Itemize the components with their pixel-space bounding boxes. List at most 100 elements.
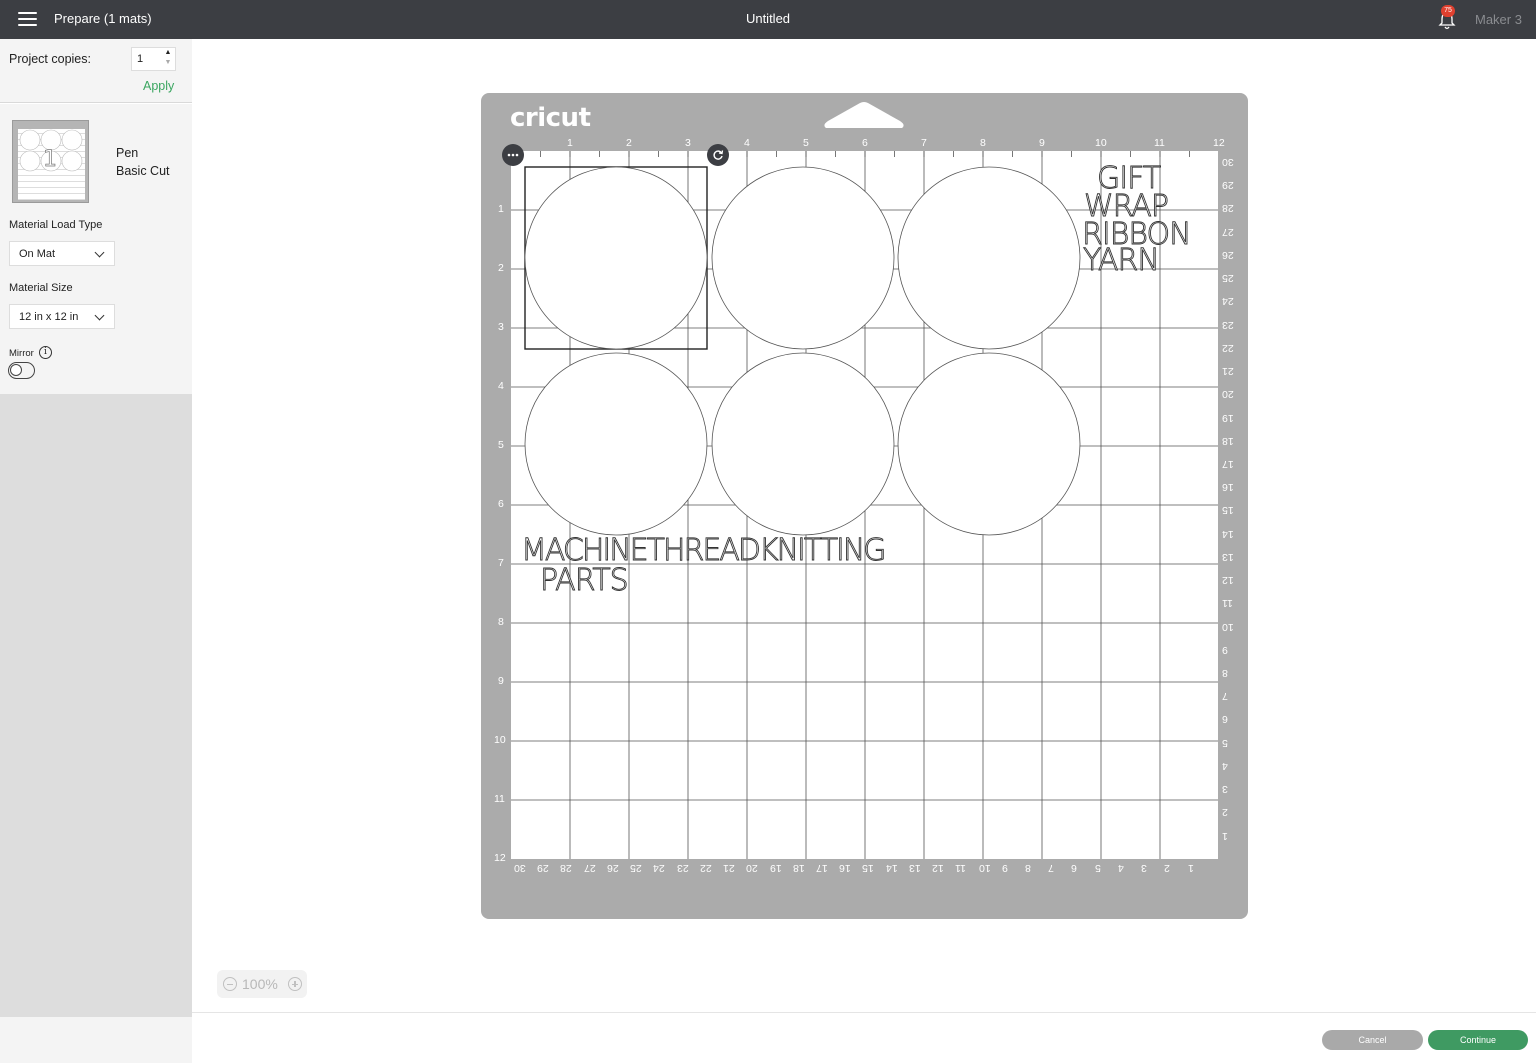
ruler-bottom-label: 26	[606, 862, 619, 874]
circle-shape[interactable]	[711, 352, 895, 536]
ruler-right-label: 16	[1222, 481, 1234, 494]
ruler-right-label: 2	[1222, 806, 1228, 819]
mirror-label: Mirror	[9, 348, 34, 359]
rotate-icon[interactable]	[707, 144, 729, 166]
material-size-select[interactable]: 12 in x 12 in	[9, 304, 115, 329]
ruler-top-label: 4	[744, 137, 750, 149]
machine-selector[interactable]: Maker 3	[1475, 12, 1522, 27]
material-load-type-label: Material Load Type	[9, 219, 103, 231]
mat-tool-label: Pen	[116, 146, 139, 160]
ruler-bottom-label: 15	[862, 862, 875, 874]
ruler-right-label: 11	[1222, 597, 1233, 610]
ruler-right-label: 17	[1222, 457, 1234, 470]
design-text-yarn[interactable]: YARN	[1083, 245, 1161, 276]
mat-settings-section: 1 Pen Basic Cut Material Load Type On Ma…	[0, 104, 192, 394]
ruler-bottom-label: 13	[908, 862, 921, 874]
left-panel-empty-area	[0, 394, 192, 1016]
project-copies-section: Project copies: 1 ▲ ▼ Apply	[0, 39, 192, 103]
stepper-down-icon[interactable]: ▼	[161, 58, 175, 68]
info-icon[interactable]: i	[39, 346, 52, 359]
cancel-button[interactable]: Cancel	[1322, 1030, 1423, 1050]
chevron-down-icon	[94, 310, 105, 321]
project-copies-label: Project copies:	[9, 52, 91, 66]
ruler-top-label: 5	[803, 137, 809, 149]
ruler-bottom-label: 8	[1025, 862, 1031, 874]
ruler-left-label: 11	[494, 793, 505, 805]
ruler-right-label: 27	[1222, 225, 1234, 238]
ruler-bottom-label: 16	[839, 862, 851, 874]
ruler-left-label: 8	[498, 616, 504, 628]
ruler-bottom-label: 10	[978, 862, 991, 874]
circle-shape[interactable]	[711, 166, 895, 350]
ruler-bottom-label: 22	[699, 862, 712, 874]
ruler-right-label: 15	[1222, 504, 1234, 517]
ruler-bottom-label: 30	[514, 862, 526, 874]
ruler-left-label: 1	[498, 203, 504, 215]
copies-stepper[interactable]: ▲ ▼	[161, 48, 175, 70]
zoom-in-icon[interactable]	[288, 977, 302, 991]
ruler-right-label: 29	[1222, 179, 1234, 192]
mirror-toggle[interactable]	[8, 362, 35, 379]
ruler-bottom-label: 23	[676, 862, 689, 874]
ruler-bottom-label: 27	[583, 862, 596, 874]
ruler-bottom-label: 25	[630, 862, 642, 874]
continue-button[interactable]: Continue	[1428, 1030, 1528, 1050]
circle-shape[interactable]	[897, 352, 1081, 536]
ruler-right-label: 25	[1222, 272, 1234, 285]
ruler-right-label: 3	[1222, 783, 1228, 796]
mat-thumbnail[interactable]: 1	[12, 120, 89, 203]
mat-cut-type-label: Basic Cut	[116, 164, 170, 178]
ruler-right-label: 8	[1222, 667, 1228, 680]
ruler-right-label: 12	[1222, 574, 1234, 587]
mat-handle	[824, 102, 904, 128]
document-title: Untitled	[745, 11, 791, 26]
ruler-bottom-label: 17	[815, 862, 828, 874]
ruler-bottom-label: 18	[792, 862, 805, 874]
ruler-right-label: 14	[1222, 527, 1234, 540]
ruler-right-label: 6	[1222, 713, 1228, 726]
top-bar: Prepare (1 mats) Untitled 75 Maker 3	[0, 0, 1536, 39]
stepper-up-icon[interactable]: ▲	[161, 48, 175, 58]
chevron-down-icon	[94, 247, 105, 258]
ruler-left-label: 5	[498, 439, 504, 451]
ruler-right-label: 28	[1222, 202, 1234, 215]
toggle-knob	[10, 364, 22, 376]
ruler-left-label: 4	[498, 380, 504, 392]
ruler-top-label: 8	[980, 137, 986, 149]
circle-shape[interactable]	[897, 166, 1081, 350]
ruler-bottom-label: 3	[1141, 862, 1147, 874]
ruler-top-label: 1	[567, 137, 573, 149]
circle-shape[interactable]	[524, 352, 708, 536]
material-size-value: 12 in x 12 in	[19, 311, 79, 323]
ruler-right-label: 19	[1222, 411, 1234, 424]
ruler-left-label: 7	[498, 557, 504, 569]
ruler-bottom-label: 6	[1071, 862, 1078, 874]
ruler-bottom-label: 29	[537, 862, 549, 874]
ruler-top-label: 3	[685, 137, 691, 149]
ruler-bottom-label: 1	[1187, 862, 1194, 874]
circle-shape[interactable]	[524, 166, 708, 350]
design-text-parts[interactable]: PARTS	[540, 565, 630, 596]
ruler-bottom-label: 24	[653, 862, 666, 874]
ruler-bottom-label: 21	[723, 862, 735, 874]
apply-button[interactable]: Apply	[143, 79, 174, 93]
ruler-bottom-label: 4	[1117, 862, 1124, 874]
ruler-top-label: 11	[1154, 137, 1165, 149]
ruler-right-label: 7	[1222, 690, 1228, 703]
design-text-machine-thread-knitting[interactable]: MACHINETHREADKNITTING	[521, 535, 887, 566]
more-options-icon[interactable]	[502, 144, 524, 166]
ruler-right-label: 23	[1222, 318, 1234, 331]
ruler-bottom-label: 12	[932, 862, 944, 874]
material-load-type-select[interactable]: On Mat	[9, 241, 115, 266]
ruler-bottom-label: 19	[769, 862, 782, 874]
ruler-bottom-label: 20	[746, 862, 758, 874]
ruler-right-label: 1	[1222, 829, 1228, 842]
ruler-right-label: 4	[1222, 759, 1228, 772]
zoom-out-icon[interactable]	[223, 977, 237, 991]
ruler-right-label: 10	[1222, 620, 1234, 633]
zoom-control: 100%	[217, 970, 307, 998]
ruler-right-label: 13	[1222, 550, 1234, 563]
cricut-logo: cricut	[510, 103, 591, 133]
ruler-right-label: 20	[1222, 388, 1234, 401]
left-panel-footer	[0, 1016, 192, 1063]
